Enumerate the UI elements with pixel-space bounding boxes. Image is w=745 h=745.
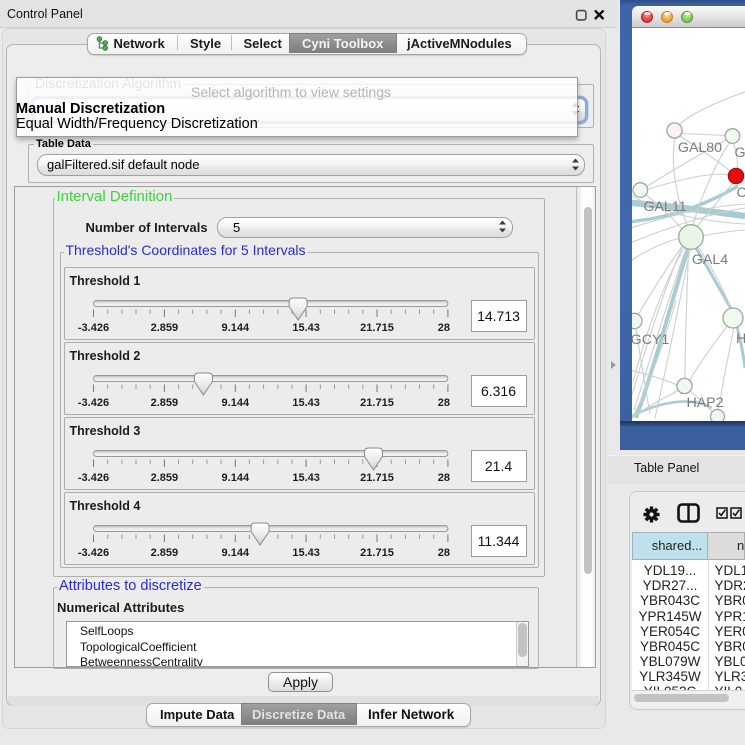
- svg-text:2.859: 2.859: [150, 322, 178, 334]
- svg-text:9.144: 9.144: [221, 472, 249, 484]
- svg-text:HAP2: HAP2: [686, 395, 723, 411]
- svg-text:-3.426: -3.426: [77, 397, 108, 409]
- svg-text:2.859: 2.859: [150, 397, 178, 409]
- svg-text:21.715: 21.715: [360, 397, 394, 409]
- svg-text:28: 28: [437, 397, 449, 409]
- svg-text:GAL80: GAL80: [678, 140, 722, 156]
- svg-text:-3.426: -3.426: [77, 472, 108, 484]
- svg-text:28: 28: [437, 547, 449, 559]
- svg-text:21.715: 21.715: [360, 472, 394, 484]
- svg-text:15.43: 15.43: [292, 322, 320, 334]
- svg-text:GAL11: GAL11: [643, 199, 686, 215]
- svg-text:9.144: 9.144: [221, 547, 249, 559]
- svg-text:15.43: 15.43: [292, 547, 320, 559]
- svg-text:28: 28: [437, 472, 449, 484]
- svg-text:-3.426: -3.426: [77, 322, 108, 334]
- svg-text:GA: GA: [735, 145, 745, 161]
- svg-text:9.144: 9.144: [221, 397, 249, 409]
- svg-text:21.715: 21.715: [360, 322, 394, 334]
- svg-text:GCY1: GCY1: [632, 332, 669, 348]
- svg-text:H: H: [736, 331, 745, 347]
- svg-text:21.715: 21.715: [360, 547, 394, 559]
- svg-text:-3.426: -3.426: [77, 547, 108, 559]
- svg-text:CY: CY: [737, 185, 745, 201]
- svg-text:2.859: 2.859: [150, 472, 178, 484]
- svg-text:GAL4: GAL4: [692, 252, 728, 268]
- svg-text:2.859: 2.859: [150, 547, 178, 559]
- svg-text:28: 28: [437, 322, 449, 334]
- svg-text:15.43: 15.43: [292, 397, 320, 409]
- svg-text:9.144: 9.144: [221, 322, 249, 334]
- svg-text:15.43: 15.43: [292, 472, 320, 484]
